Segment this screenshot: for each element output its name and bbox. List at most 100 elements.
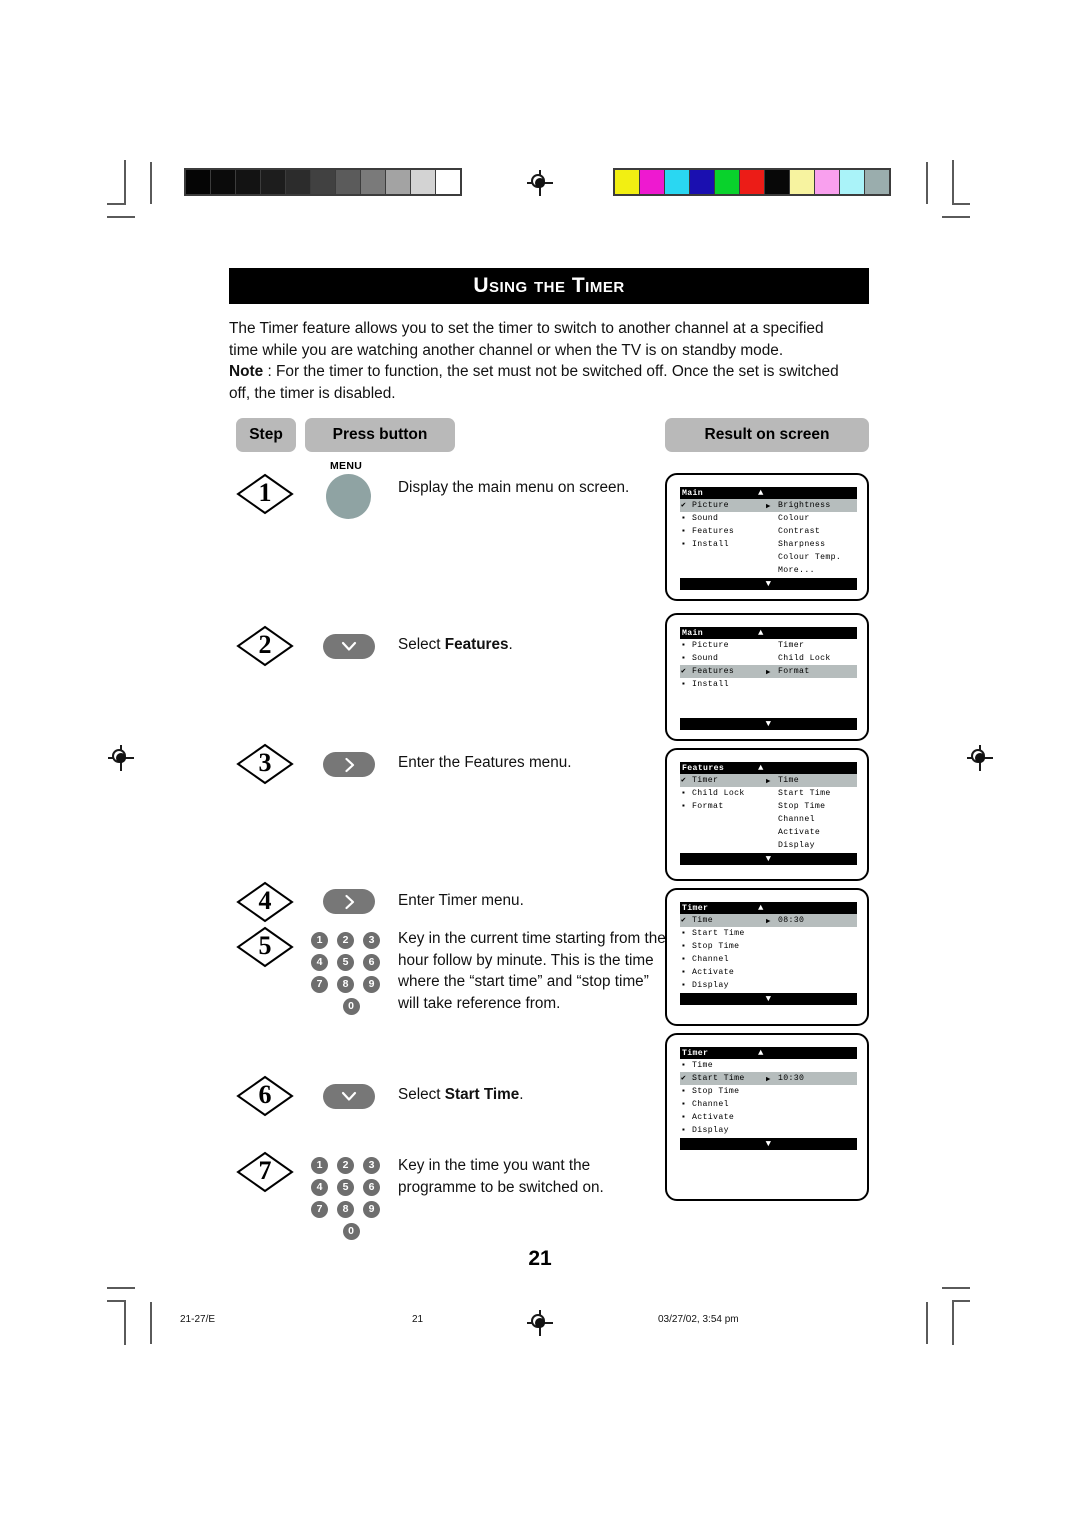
result-screen-features-timer: Features ▲ ✔ Timer ▶ Time ▪ Child Lock Start Tim… (665, 748, 869, 881)
step-number-4: 4 (258, 886, 272, 915)
osd-menu-item[interactable]: ▪ Sound Child Lock (680, 652, 857, 665)
osd-title-bar: Main ▲ (680, 487, 857, 499)
osd-item-value: Format (778, 667, 810, 676)
osd-menu-item[interactable]: ▪ Install (680, 678, 857, 691)
osd-item-label: Channel (692, 1100, 729, 1109)
keypad-key-3[interactable]: 3 (363, 932, 380, 949)
keypad-key-2[interactable]: 2 (337, 1157, 354, 1174)
keypad-key-3[interactable]: 3 (363, 1157, 380, 1174)
keypad-row: 0 (311, 998, 391, 1015)
scroll-up-arrow-icon[interactable]: ▲ (758, 628, 764, 638)
step-number-7: 7 (258, 1156, 272, 1185)
osd-title-text: Timer (682, 903, 709, 913)
osd-menu-item[interactable] (680, 704, 857, 717)
keypad-key-7[interactable]: 7 (311, 1201, 328, 1218)
osd-item-value: Contrast (778, 527, 821, 536)
step-marker-4: 4 (236, 881, 294, 923)
osd-menu-item[interactable]: ▪ Display (680, 1124, 857, 1137)
scroll-down-arrow-icon[interactable]: ▼ (680, 853, 857, 865)
step-number-3: 3 (258, 748, 272, 777)
osd-menu-item[interactable]: ▪ Install Sharpness (680, 538, 857, 551)
osd-menu-item[interactable]: ✔ Picture ▶ Brightness (680, 499, 857, 512)
keypad-key-4[interactable]: 4 (311, 1179, 328, 1196)
keypad-key-2[interactable]: 2 (337, 932, 354, 949)
result-screen-main-picture: Main ▲ ✔ Picture ▶ Brightness ▪ Sound Colour ▪ Fea… (665, 473, 869, 601)
osd-menu-item[interactable]: ▪ Stop Time (680, 1085, 857, 1098)
osd-menu-item[interactable]: ▪ Child Lock Start Time (680, 787, 857, 800)
keypad-row: 123 (311, 932, 391, 949)
chevron-right-icon-step3[interactable] (323, 752, 375, 777)
keypad-key-6[interactable]: 6 (363, 1179, 380, 1196)
keypad-key-6[interactable]: 6 (363, 954, 380, 971)
menu-button-label: MENU (330, 460, 363, 472)
chevron-right-icon-step4[interactable] (323, 889, 375, 914)
keypad-key-7[interactable]: 7 (311, 976, 328, 993)
calibration-swatch (336, 170, 360, 194)
osd-title-text: Main (682, 488, 704, 498)
scroll-down-arrow-icon[interactable]: ▼ (680, 993, 857, 1005)
calibration-swatch (715, 170, 739, 194)
osd-menu-item[interactable]: Colour Temp. (680, 551, 857, 564)
chevron-down-icon-step6[interactable] (323, 1084, 375, 1109)
calibration-swatch (815, 170, 839, 194)
osd-menu-item[interactable]: ▪ Time (680, 1059, 857, 1072)
chevron-down-icon-step2[interactable] (323, 634, 375, 659)
numeric-keypad-step5[interactable]: 123 456 7890 (311, 932, 391, 1020)
osd-menu-item[interactable] (680, 691, 857, 704)
scroll-up-arrow-icon[interactable]: ▲ (758, 763, 764, 773)
keypad-key-1[interactable]: 1 (311, 1157, 328, 1174)
osd-menu-item[interactable]: ✔ Features ▶ Format (680, 665, 857, 678)
osd-menu-item[interactable]: More... (680, 564, 857, 577)
osd-menu-item[interactable]: ▪ Activate (680, 966, 857, 979)
keypad-key-0[interactable]: 0 (342, 998, 360, 1015)
osd-menu-item[interactable]: ✔ Timer ▶ Time (680, 774, 857, 787)
osd-menu-item[interactable]: ▪ Channel (680, 1098, 857, 1111)
keypad-key-0[interactable]: 0 (342, 1223, 360, 1240)
keypad-key-4[interactable]: 4 (311, 954, 328, 971)
osd-menu-item[interactable]: ▪ Picture Timer (680, 639, 857, 652)
osd-menu-item[interactable]: ✔ Start Time ▶ 10:30 (680, 1072, 857, 1085)
osd-item-label: Picture (692, 641, 729, 650)
osd-menu-item[interactable]: ▪ Start Time (680, 927, 857, 940)
scroll-down-arrow-icon[interactable]: ▼ (680, 718, 857, 730)
osd-menu-item[interactable]: ▪ Format Stop Time (680, 800, 857, 813)
bullet-icon: ▪ (681, 1112, 687, 1122)
calibration-swatch (411, 170, 435, 194)
osd-menu-item[interactable]: Channel (680, 813, 857, 826)
keypad-key-9[interactable]: 9 (363, 1201, 380, 1218)
osd-menu-item[interactable]: ▪ Stop Time (680, 940, 857, 953)
osd-item-value: 08:30 (778, 916, 805, 925)
step-number-1: 1 (258, 478, 272, 507)
scroll-down-arrow-icon[interactable]: ▼ (680, 578, 857, 590)
keypad-key-8[interactable]: 8 (337, 976, 354, 993)
scroll-up-arrow-icon[interactable]: ▲ (758, 903, 764, 913)
result-screen-timer-time: Timer ▲ ✔ Time ▶ 08:30 ▪ Start Time ▪ Stop Time ▪ C… (665, 888, 869, 1026)
osd-menu-item[interactable]: ▪ Sound Colour (680, 512, 857, 525)
osd-menu-item[interactable]: Display (680, 839, 857, 852)
osd-menu-item[interactable]: ✔ Time ▶ 08:30 (680, 914, 857, 927)
osd-menu-item[interactable]: ▪ Display (680, 979, 857, 992)
osd-menu-item[interactable]: ▪ Activate (680, 1111, 857, 1124)
calibration-swatch (615, 170, 639, 194)
check-icon: ✔ (681, 666, 687, 676)
check-icon: ✔ (681, 775, 687, 785)
osd-menu-item[interactable]: Activate (680, 826, 857, 839)
scroll-up-arrow-icon[interactable]: ▲ (758, 1048, 764, 1058)
scroll-down-arrow-icon[interactable]: ▼ (680, 1138, 857, 1150)
check-icon: ✔ (681, 1073, 687, 1083)
keypad-key-5[interactable]: 5 (337, 1179, 354, 1196)
keypad-key-9[interactable]: 9 (363, 976, 380, 993)
menu-button-icon[interactable] (326, 474, 371, 519)
keypad-key-1[interactable]: 1 (311, 932, 328, 949)
step6-text-pre: Select (398, 1086, 445, 1103)
osd-item-label: Display (692, 1126, 729, 1135)
osd-menu-item[interactable]: ▪ Features Contrast (680, 525, 857, 538)
osd-item-label: Time (692, 1061, 714, 1070)
scroll-up-arrow-icon[interactable]: ▲ (758, 488, 764, 498)
step2-text-post: . (508, 636, 513, 653)
keypad-key-5[interactable]: 5 (337, 954, 354, 971)
osd-menu-item[interactable]: ▪ Channel (680, 953, 857, 966)
keypad-key-8[interactable]: 8 (337, 1201, 354, 1218)
calibration-swatch (690, 170, 714, 194)
numeric-keypad-step7[interactable]: 123 456 7890 (311, 1157, 391, 1245)
